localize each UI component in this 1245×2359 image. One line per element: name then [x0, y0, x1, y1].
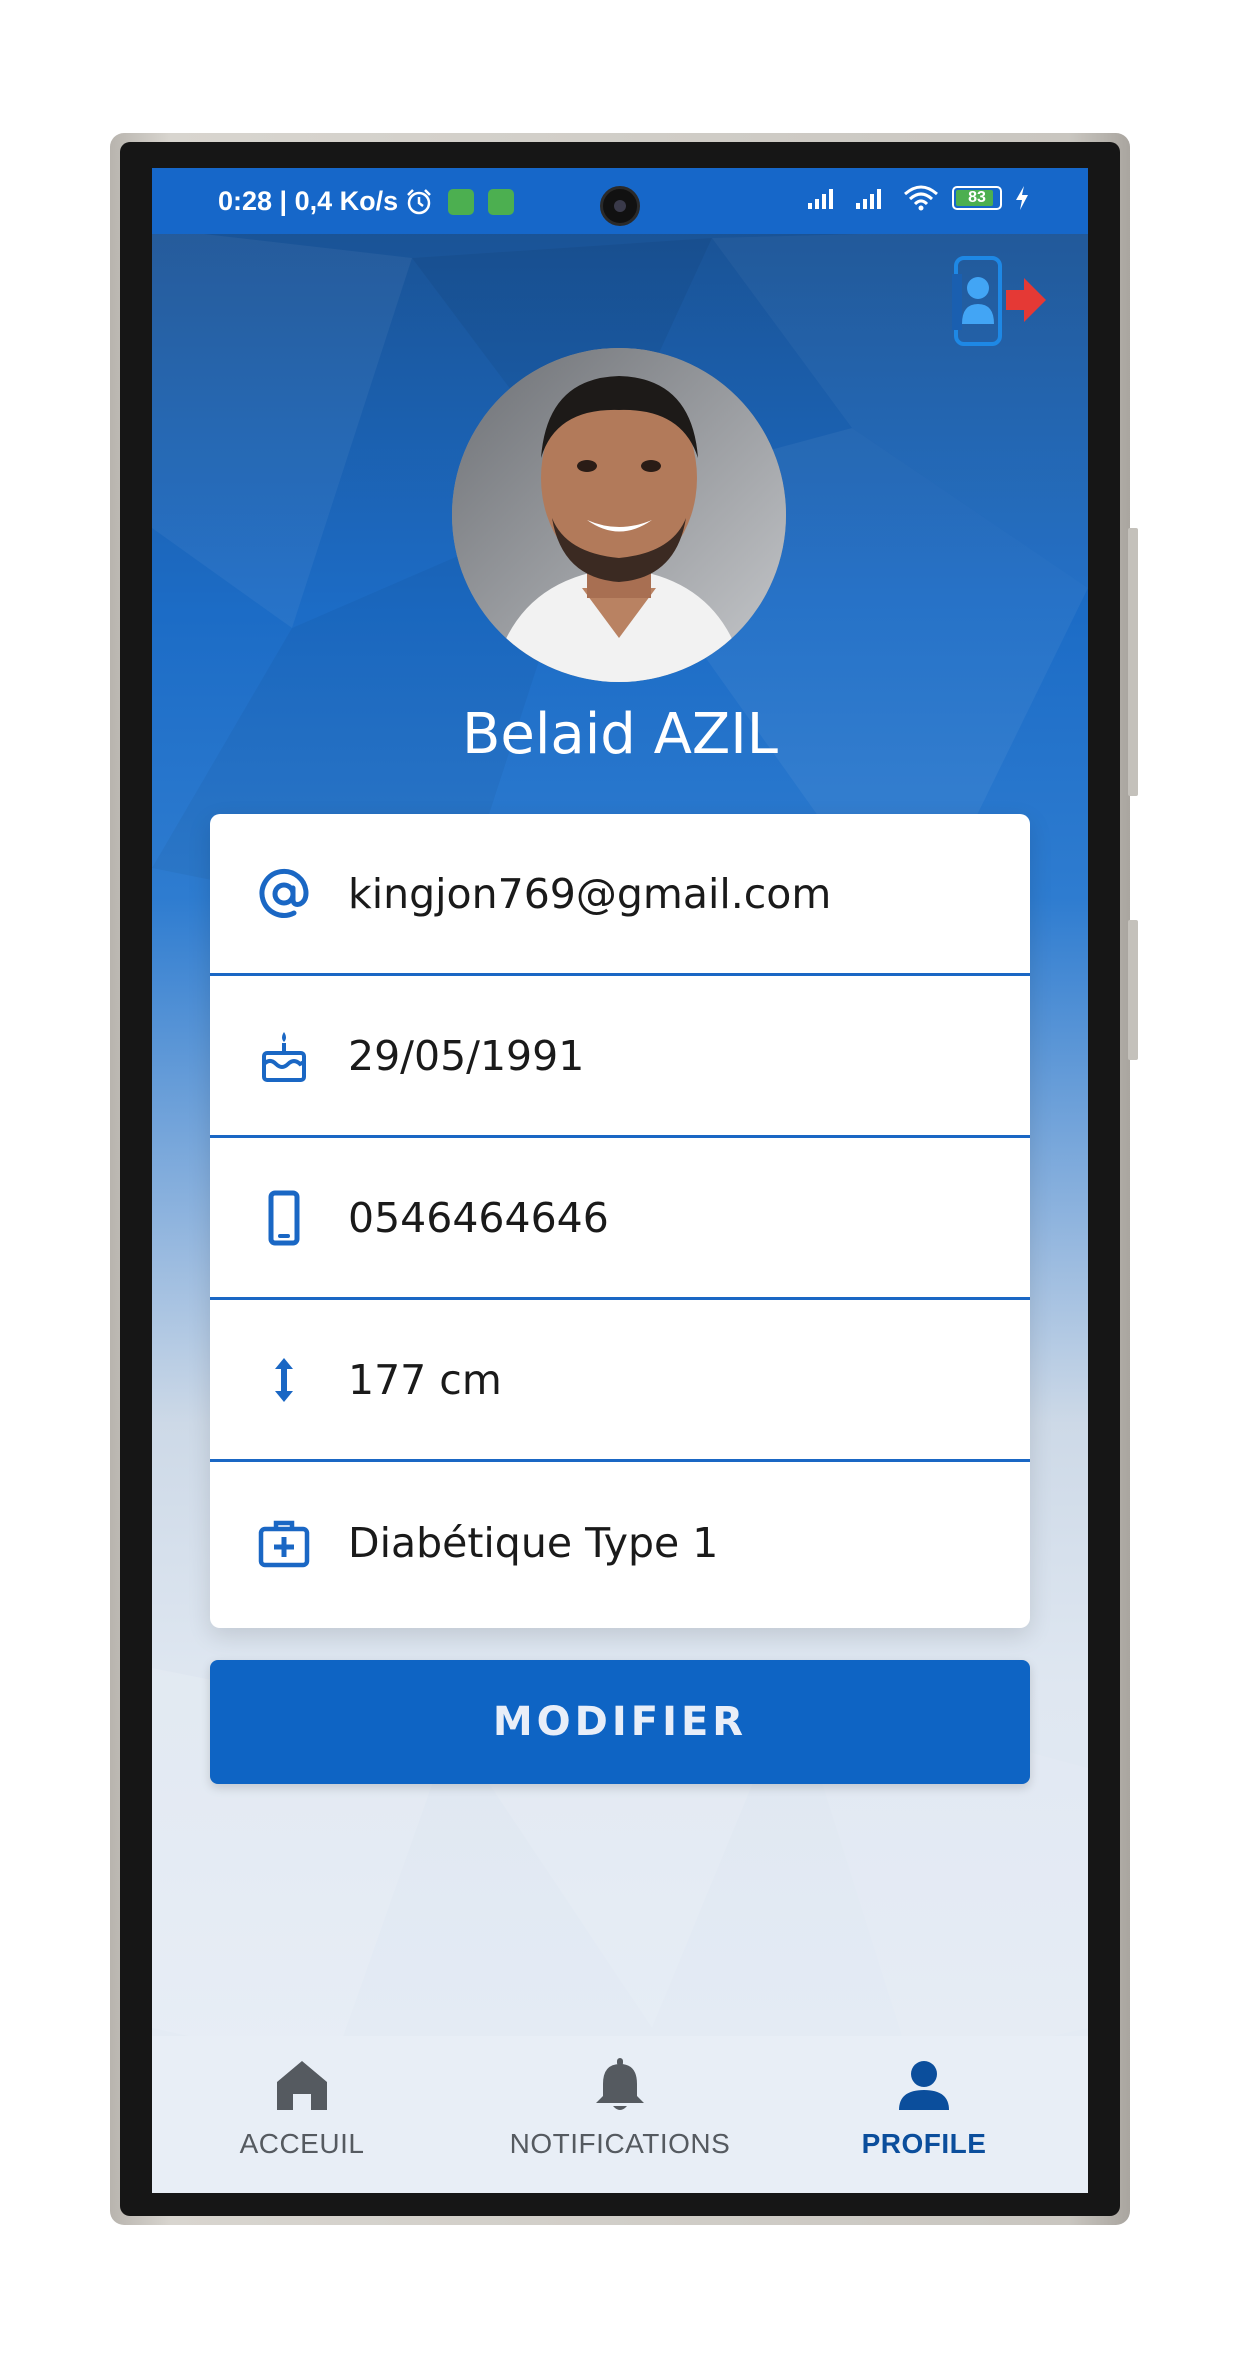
cake-icon: [262, 1031, 306, 1082]
birthdate-row[interactable]: 29/05/1991: [210, 976, 1030, 1138]
height-value: 177 cm: [348, 1355, 502, 1404]
app-notification-icon-2: [488, 188, 515, 215]
status-right: 83: [806, 184, 1030, 212]
email-row[interactable]: kingjon769@gmail.com: [210, 814, 1030, 976]
signal-icon: [808, 189, 833, 209]
battery-percent: 83: [968, 189, 986, 206]
nav-item-notifications[interactable]: NOTIFICATIONS: [470, 2036, 770, 2193]
battery-icon: 83: [952, 186, 1002, 210]
logout-button[interactable]: [952, 254, 1052, 350]
alarm-icon: [407, 188, 432, 214]
nav-item-profile[interactable]: PROFILE: [774, 2036, 1074, 2193]
bottom-navigation: ACCEUIL NOTIFICATIONS PROFILE: [152, 2036, 1088, 2193]
avatar[interactable]: [452, 348, 786, 682]
medical-kit-icon: [258, 1520, 310, 1568]
front-camera: [600, 186, 640, 226]
status-left: 0:28 | 0,4 Ko/s: [218, 186, 515, 217]
nav-item-home[interactable]: ACCEUIL: [152, 2036, 452, 2193]
wifi-icon: [904, 185, 938, 211]
power-button: [1128, 920, 1138, 1060]
app-screen: 0:28 | 0,4 Ko/s 83 Belaid AZIL kingjon76…: [152, 168, 1088, 2193]
volume-button: [1128, 528, 1138, 796]
height-row[interactable]: 177 cm: [210, 1300, 1030, 1462]
charging-icon: [1016, 186, 1028, 210]
status-bar: 0:28 | 0,4 Ko/s 83: [152, 168, 1088, 234]
height-arrow-icon: [275, 1357, 293, 1402]
nav-label-notifications: NOTIFICATIONS: [509, 2128, 731, 2159]
condition-value: Diabétique Type 1: [348, 1519, 719, 1567]
profile-photo: [452, 348, 786, 682]
nav-label-home: ACCEUIL: [239, 2128, 365, 2159]
phone-value: 0546464646: [348, 1193, 609, 1242]
home-icon: [277, 2061, 327, 2110]
modify-button[interactable]: MODIFIER: [210, 1660, 1030, 1784]
bell-icon: [596, 2058, 644, 2110]
user-name: Belaid AZIL: [461, 702, 779, 767]
birthdate-value: 29/05/1991: [348, 1031, 585, 1080]
at-sign-icon: [259, 868, 309, 918]
email-value: kingjon769@gmail.com: [348, 869, 832, 918]
app-notification-icon: [448, 188, 475, 215]
nav-label-profile: PROFILE: [861, 2128, 987, 2159]
logout-icon: [952, 256, 1046, 346]
condition-row[interactable]: Diabétique Type 1: [210, 1462, 1030, 1624]
phone-row[interactable]: 0546464646: [210, 1138, 1030, 1300]
status-time-speed: 0:28 | 0,4 Ko/s: [218, 186, 399, 216]
profile-info-card: kingjon769@gmail.com 29/05/1991 05464646…: [210, 814, 1030, 1628]
person-icon: [899, 2061, 949, 2110]
signal-icon-2: [856, 189, 881, 209]
smartphone-icon: [268, 1190, 300, 1245]
